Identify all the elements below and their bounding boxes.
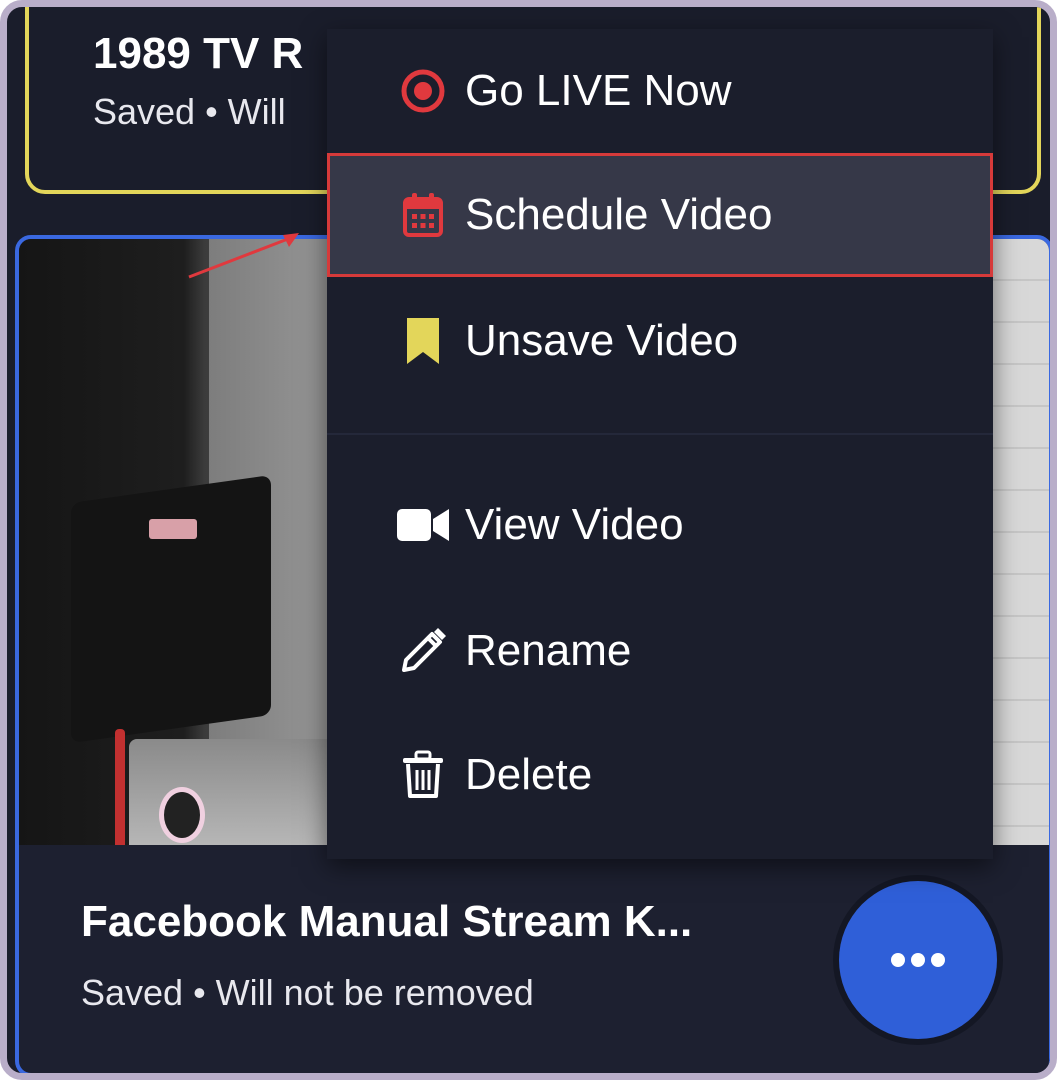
- menu-item-schedule-video[interactable]: Schedule Video: [327, 153, 993, 277]
- menu-item-label: Unsave Video: [465, 316, 739, 365]
- thumbnail-scene: [149, 519, 197, 539]
- menu-item-rename[interactable]: Rename: [327, 589, 993, 713]
- calendar-icon: [393, 185, 453, 245]
- menu-item-unsave-video[interactable]: Unsave Video: [327, 279, 993, 403]
- thumbnail-scene: [159, 787, 205, 843]
- menu-item-go-live[interactable]: Go LIVE Now: [327, 29, 993, 153]
- thumbnail-scene: [989, 239, 1049, 845]
- video-title: 1989 TV R: [93, 29, 304, 78]
- video-camera-icon: [393, 495, 453, 555]
- app-frame: 1989 TV R Saved • Will Facebook Manual S…: [0, 0, 1057, 1080]
- record-icon: [393, 61, 453, 121]
- menu-item-label: Go LIVE Now: [465, 66, 732, 115]
- menu-item-delete[interactable]: Delete: [327, 713, 993, 837]
- more-horizontal-icon: [931, 953, 945, 967]
- menu-item-label: Delete: [465, 750, 593, 799]
- more-options-button[interactable]: [839, 881, 997, 1039]
- thumbnail-scene: [71, 474, 271, 744]
- annotation-arrow: [188, 233, 299, 279]
- video-title: Facebook Manual Stream K...: [81, 897, 693, 946]
- menu-item-label: Rename: [465, 626, 632, 675]
- more-horizontal-icon: [891, 953, 905, 967]
- pencil-icon: [393, 621, 453, 681]
- bookmark-icon: [393, 311, 453, 371]
- trash-icon: [393, 745, 453, 805]
- thumbnail-scene: [129, 739, 339, 845]
- menu-item-view-video[interactable]: View Video: [327, 463, 993, 587]
- more-horizontal-icon: [911, 953, 925, 967]
- menu-item-label: Schedule Video: [465, 190, 773, 239]
- menu-item-label: View Video: [465, 500, 684, 549]
- thumbnail-scene: [115, 729, 125, 845]
- video-status: Saved • Will: [93, 91, 286, 132]
- video-options-menu: Go LIVE Now Schedule Video Unsave Video …: [327, 29, 993, 859]
- video-status: Saved • Will not be removed: [81, 972, 534, 1013]
- menu-divider: [327, 433, 993, 435]
